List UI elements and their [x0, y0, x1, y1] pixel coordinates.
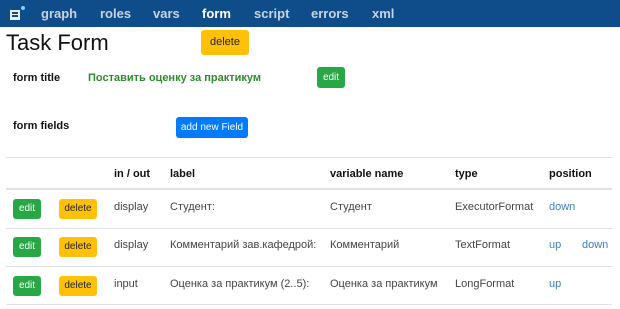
delete-field-button[interactable]: delete — [59, 276, 97, 296]
row-divider — [6, 304, 612, 305]
edit-field-button[interactable]: edit — [13, 276, 41, 296]
table-header-border — [6, 188, 612, 190]
column-header-in-out: in / out — [114, 168, 151, 180]
add-new-field-button[interactable]: add new Field — [176, 117, 248, 138]
row-divider — [6, 228, 612, 229]
nav-graph[interactable]: graph — [41, 6, 77, 21]
nav-form[interactable]: form — [202, 6, 231, 21]
nav-script[interactable]: script — [254, 6, 289, 21]
cell-in-out: display — [114, 201, 149, 213]
table-top-border — [6, 157, 612, 158]
edit-form-title-button[interactable]: edit — [317, 67, 345, 88]
edit-field-button[interactable]: edit — [13, 199, 41, 219]
cell-label: Студент: — [170, 201, 215, 213]
column-header-variable-name: variable name — [330, 168, 404, 180]
cell-type: LongFormat — [455, 278, 515, 290]
nav-vars[interactable]: vars — [153, 6, 180, 21]
edit-field-button[interactable]: edit — [13, 237, 41, 257]
row-divider — [6, 266, 612, 267]
cell-in-out: input — [114, 278, 138, 290]
delete-form-button[interactable]: delete — [201, 30, 249, 55]
app-logo-icon[interactable] — [8, 5, 26, 22]
move-down-link[interactable]: down — [582, 239, 608, 252]
cell-in-out: display — [114, 239, 149, 251]
move-up-link[interactable]: up — [549, 278, 561, 291]
column-header-type: type — [455, 168, 478, 180]
delete-field-button[interactable]: delete — [59, 199, 97, 219]
column-header-position: position — [549, 168, 592, 180]
page-title: Task Form — [6, 30, 109, 55]
form-title-label: form title — [13, 72, 61, 84]
move-up-link[interactable]: up — [549, 239, 561, 252]
nav-xml[interactable]: xml — [372, 6, 394, 21]
cell-label: Оценка за практикум (2..5): — [170, 278, 310, 290]
delete-field-button[interactable]: delete — [59, 237, 97, 257]
cell-variable-name: Оценка за практикум — [330, 278, 438, 290]
cell-type: TextFormat — [455, 239, 511, 251]
cell-label: Комментарий зав.кафедрой: — [170, 239, 317, 251]
nav-errors[interactable]: errors — [311, 6, 349, 21]
cell-type: ExecutorFormat — [455, 201, 534, 213]
move-down-link[interactable]: down — [549, 201, 575, 214]
cell-variable-name: Комментарий — [330, 239, 400, 251]
cell-variable-name: Студент — [330, 201, 372, 213]
form-title-value: Поставить оценку за практикум — [88, 72, 262, 84]
form-fields-label: form fields — [13, 120, 70, 132]
column-header-label: label — [170, 168, 196, 180]
top-navbar: graph roles vars form script errors xml — [0, 0, 620, 27]
nav-roles[interactable]: roles — [100, 6, 131, 21]
